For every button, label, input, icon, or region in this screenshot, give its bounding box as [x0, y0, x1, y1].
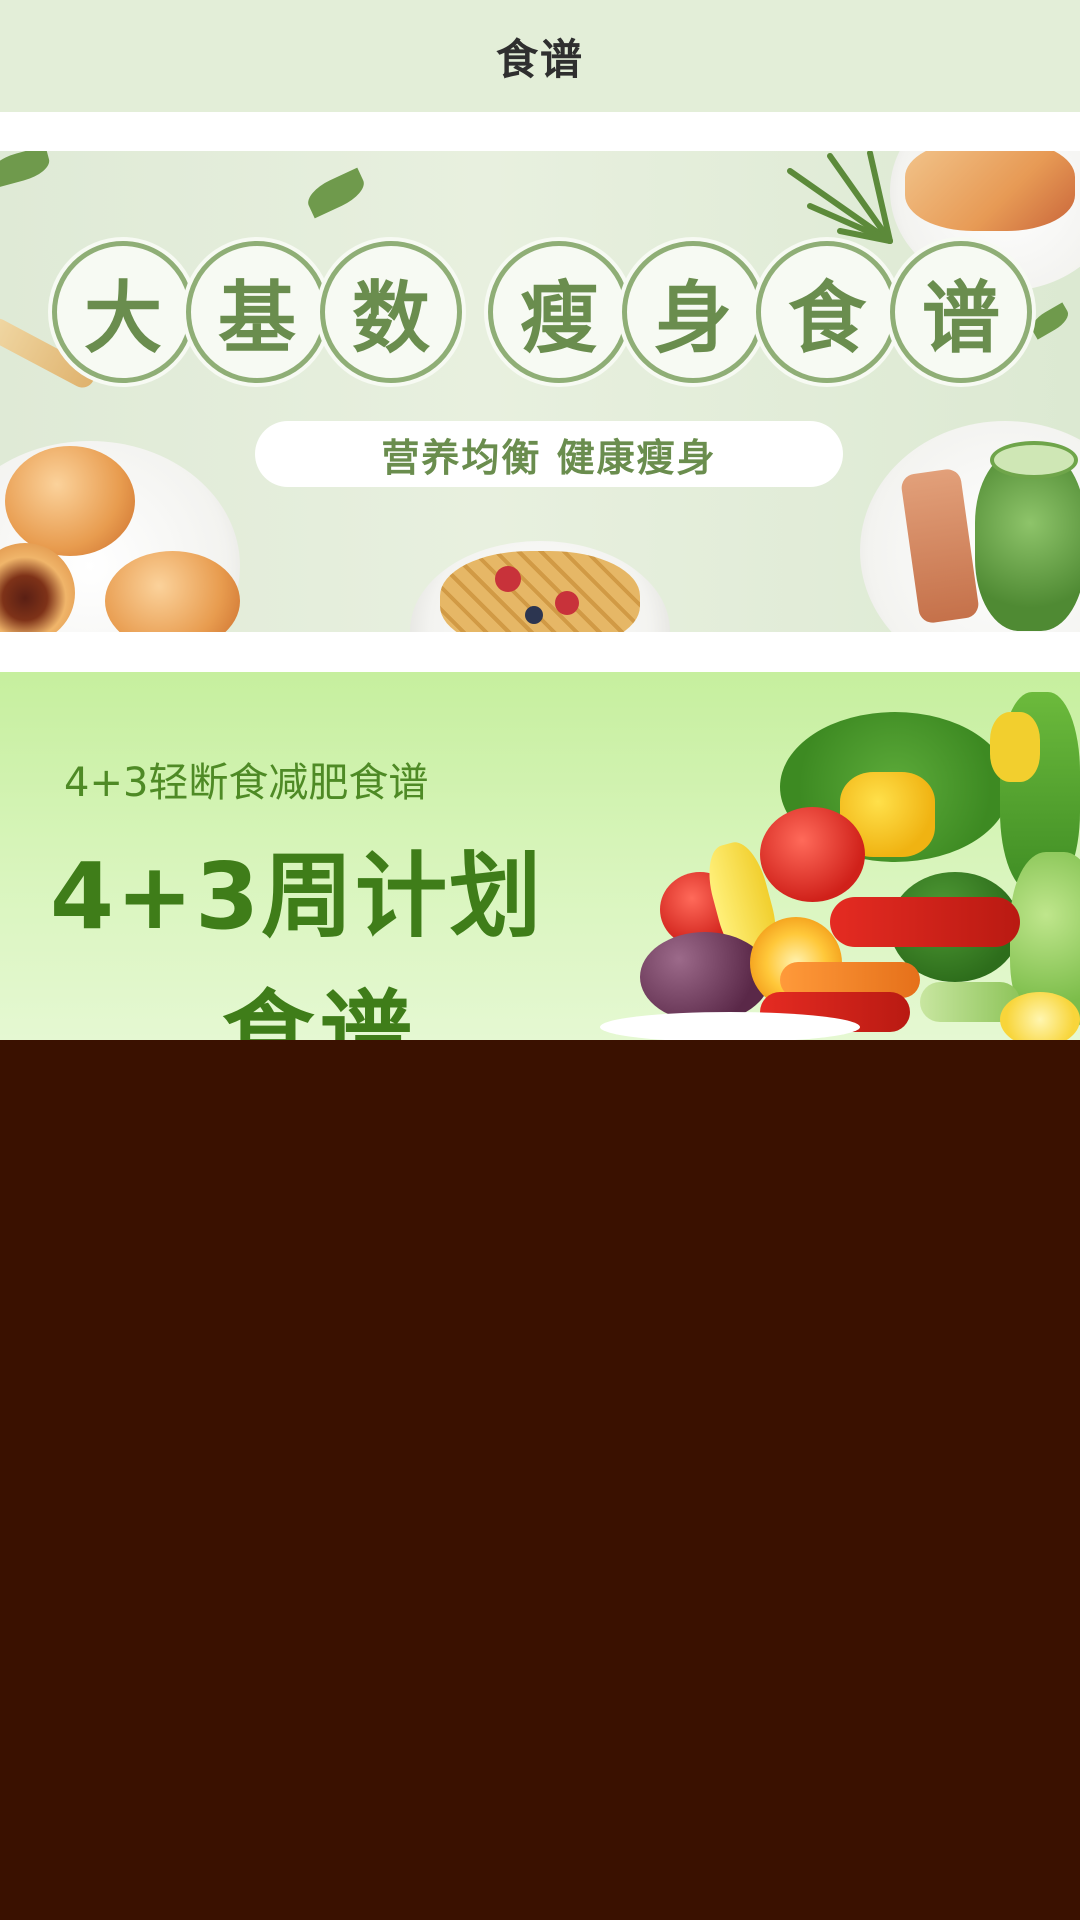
palm-leaf-icon	[787, 151, 893, 244]
leaf-decoration	[302, 167, 370, 219]
peach-image	[5, 446, 135, 556]
lemon-image	[1000, 992, 1080, 1040]
banner-big-title: 4+3周计划	[50, 843, 544, 950]
blueberry-image	[525, 606, 543, 624]
recipe-banner-intermittent-fasting[interactable]: 4+3轻断食减肥食谱 4+3周计划 食谱	[0, 672, 1080, 1040]
tomato-image	[760, 807, 865, 902]
banner-big-title-line2: 食谱	[222, 981, 419, 1040]
grapes-image	[640, 932, 770, 1022]
leaf-decoration	[1027, 302, 1073, 340]
plate-image	[600, 1012, 860, 1040]
title-char: 瘦	[488, 241, 630, 383]
berry-image	[555, 591, 579, 615]
berry-image	[495, 566, 521, 592]
red-pepper-image	[830, 897, 1020, 947]
banner-title: 大 基 数 瘦 身 食 谱	[52, 241, 1032, 383]
recipe-screen: 食谱 大 基 数 瘦 身 食 谱 营养均衡 健康瘦身 4+3轻断食减肥食谱 4+…	[0, 0, 1080, 1920]
empty-content-area	[0, 1040, 1080, 1920]
top-app-bar: 食谱	[0, 0, 1080, 112]
title-char: 食	[756, 241, 898, 383]
recipe-banner-slimming[interactable]: 大 基 数 瘦 身 食 谱 营养均衡 健康瘦身	[0, 151, 1080, 632]
title-char: 谱	[890, 241, 1032, 383]
title-spacer	[454, 241, 488, 383]
title-char: 身	[622, 241, 764, 383]
cucumber-image	[990, 441, 1078, 479]
banner-small-title: 4+3轻断食减肥食谱	[64, 760, 429, 806]
leaf-decoration	[0, 151, 53, 189]
title-char: 基	[186, 241, 328, 383]
title-char: 大	[52, 241, 194, 383]
melon-image	[905, 151, 1075, 231]
page-title: 食谱	[495, 34, 584, 84]
title-char: 数	[320, 241, 462, 383]
banner-subtitle: 营养均衡 健康瘦身	[255, 421, 843, 487]
corn-image	[990, 712, 1040, 782]
